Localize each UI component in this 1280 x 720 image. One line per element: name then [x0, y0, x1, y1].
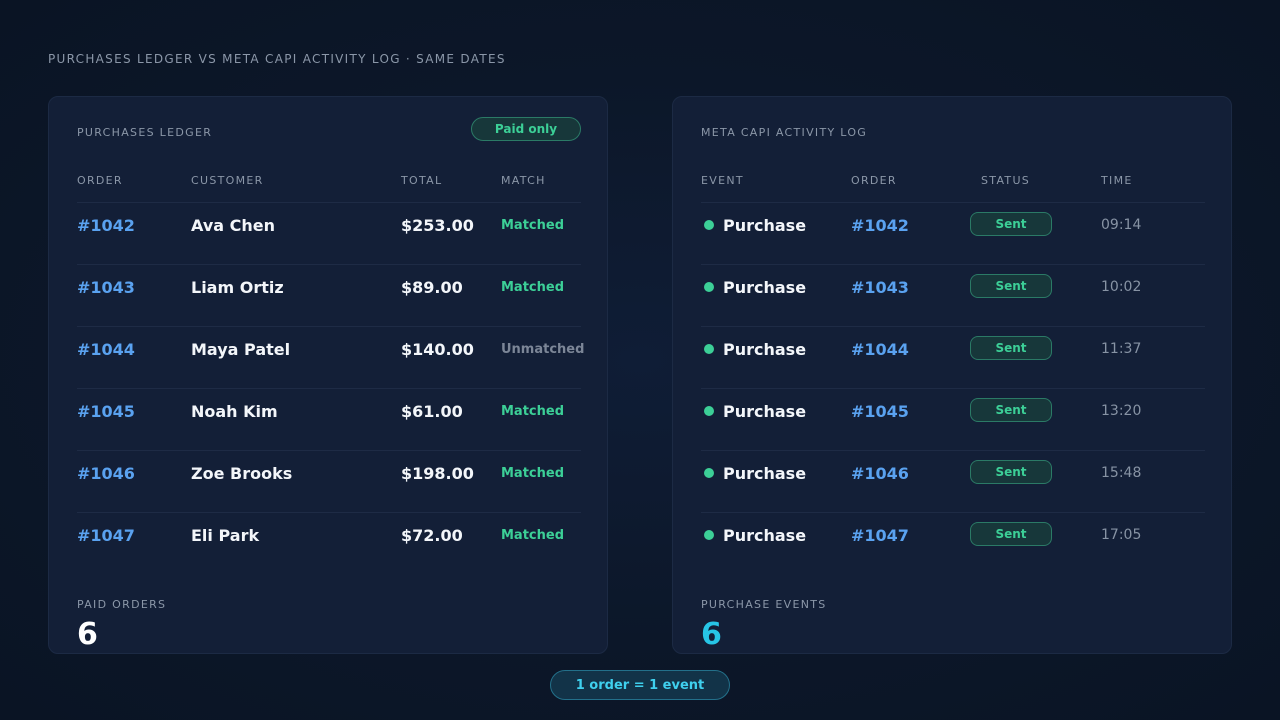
- order-total: $61.00: [401, 401, 463, 421]
- capi-activity-log-panel: META CAPI ACTIVITY LOG EVENT ORDER STATU…: [672, 96, 1232, 654]
- order-id[interactable]: #1042: [77, 203, 135, 247]
- event-name-cell: Purchase: [701, 513, 806, 557]
- event-name-cell: Purchase: [701, 265, 806, 309]
- table-row[interactable]: #1043 Liam Ortiz $89.00 Matched: [77, 264, 581, 326]
- paid-only-filter-badge[interactable]: Paid only: [471, 117, 581, 141]
- event-name-cell: Purchase: [701, 203, 806, 247]
- purchase-events-count: 6: [701, 617, 722, 652]
- sent-status-badge: Sent: [970, 522, 1052, 546]
- order-total: $198.00: [401, 463, 474, 483]
- column-header-order[interactable]: ORDER: [77, 174, 123, 187]
- table-row[interactable]: #1045 Noah Kim $61.00 Matched: [77, 388, 581, 450]
- event-name: Purchase: [723, 215, 807, 235]
- event-time: 17:05: [1101, 527, 1142, 543]
- order-id[interactable]: #1044: [851, 327, 909, 371]
- order-id[interactable]: #1045: [851, 389, 909, 433]
- table-row[interactable]: Purchase #1043 Sent 10:02: [701, 264, 1205, 326]
- column-header-match[interactable]: MATCH: [501, 174, 546, 187]
- paid-orders-count: 6: [77, 617, 98, 652]
- order-total: $89.00: [401, 277, 463, 297]
- match-status: Matched: [501, 465, 565, 481]
- match-status: Matched: [501, 527, 565, 543]
- order-id[interactable]: #1045: [77, 389, 135, 433]
- purchases-ledger-panel: PURCHASES LEDGER Paid only ORDER CUSTOME…: [48, 96, 608, 654]
- customer-name: Maya Patel: [191, 339, 291, 359]
- page-title: PURCHASES LEDGER VS META CAPI ACTIVITY L…: [48, 52, 506, 66]
- table-row[interactable]: Purchase #1044 Sent 11:37: [701, 326, 1205, 388]
- event-name: Purchase: [723, 401, 807, 421]
- table-row[interactable]: Purchase #1047 Sent 17:05: [701, 512, 1205, 574]
- order-total: $140.00: [401, 339, 474, 359]
- table-row[interactable]: #1046 Zoe Brooks $198.00 Matched: [77, 450, 581, 512]
- capi-event-table: Purchase #1042 Sent 09:14 Purchase #1043…: [701, 202, 1205, 574]
- column-header-time[interactable]: TIME: [1101, 174, 1133, 187]
- customer-name: Zoe Brooks: [191, 463, 293, 483]
- event-time: 10:02: [1101, 279, 1142, 295]
- event-time: 09:14: [1101, 217, 1142, 233]
- status-dot-icon: [704, 530, 714, 540]
- order-id[interactable]: #1046: [851, 451, 909, 495]
- ledger-table: #1042 Ava Chen $253.00 Matched #1043 Lia…: [77, 202, 585, 574]
- order-event-ratio-badge: 1 order = 1 event: [550, 670, 730, 700]
- order-total: $72.00: [401, 525, 463, 545]
- order-id[interactable]: #1044: [77, 327, 135, 371]
- order-id[interactable]: #1043: [851, 265, 909, 309]
- customer-name: Eli Park: [191, 525, 260, 545]
- status-dot-icon: [704, 468, 714, 478]
- event-name-cell: Purchase: [701, 327, 806, 371]
- customer-name: Liam Ortiz: [191, 277, 284, 297]
- event-name: Purchase: [723, 339, 807, 359]
- order-id[interactable]: #1043: [77, 265, 135, 309]
- order-id[interactable]: #1047: [77, 513, 135, 557]
- status-dot-icon: [704, 282, 714, 292]
- event-time: 15:48: [1101, 465, 1142, 481]
- event-name: Purchase: [723, 463, 807, 483]
- column-header-order[interactable]: ORDER: [851, 174, 897, 187]
- event-name: Purchase: [723, 277, 807, 297]
- column-header-total[interactable]: TOTAL: [401, 174, 442, 187]
- purchase-events-label: PURCHASE EVENTS: [701, 598, 827, 611]
- table-row[interactable]: #1047 Eli Park $72.00 Matched: [77, 512, 581, 574]
- status-dot-icon: [704, 344, 714, 354]
- event-time: 11:37: [1101, 341, 1142, 357]
- sent-status-badge: Sent: [970, 460, 1052, 484]
- match-status: Unmatched: [501, 341, 585, 357]
- sent-status-badge: Sent: [970, 274, 1052, 298]
- event-name-cell: Purchase: [701, 451, 806, 495]
- sent-status-badge: Sent: [970, 336, 1052, 360]
- column-header-event[interactable]: EVENT: [701, 174, 744, 187]
- table-row[interactable]: Purchase #1042 Sent 09:14: [701, 202, 1205, 264]
- capi-log-title: META CAPI ACTIVITY LOG: [701, 126, 868, 139]
- ledger-title: PURCHASES LEDGER: [77, 126, 213, 139]
- paid-orders-label: PAID ORDERS: [77, 598, 167, 611]
- order-id[interactable]: #1047: [851, 513, 909, 557]
- order-id[interactable]: #1046: [77, 451, 135, 495]
- column-header-customer[interactable]: CUSTOMER: [191, 174, 264, 187]
- status-dot-icon: [704, 406, 714, 416]
- event-name: Purchase: [723, 525, 807, 545]
- event-time: 13:20: [1101, 403, 1142, 419]
- event-name-cell: Purchase: [701, 389, 806, 433]
- customer-name: Ava Chen: [191, 215, 275, 235]
- order-total: $253.00: [401, 215, 474, 235]
- order-id[interactable]: #1042: [851, 203, 909, 247]
- table-row[interactable]: Purchase #1046 Sent 15:48: [701, 450, 1205, 512]
- match-status: Matched: [501, 403, 565, 419]
- match-status: Matched: [501, 279, 565, 295]
- table-row[interactable]: #1044 Maya Patel $140.00 Unmatched: [77, 326, 585, 388]
- table-row[interactable]: Purchase #1045 Sent 13:20: [701, 388, 1205, 450]
- table-row[interactable]: #1042 Ava Chen $253.00 Matched: [77, 202, 581, 264]
- match-status: Matched: [501, 217, 565, 233]
- sent-status-badge: Sent: [970, 212, 1052, 236]
- sent-status-badge: Sent: [970, 398, 1052, 422]
- column-header-status[interactable]: STATUS: [981, 174, 1030, 187]
- customer-name: Noah Kim: [191, 401, 278, 421]
- status-dot-icon: [704, 220, 714, 230]
